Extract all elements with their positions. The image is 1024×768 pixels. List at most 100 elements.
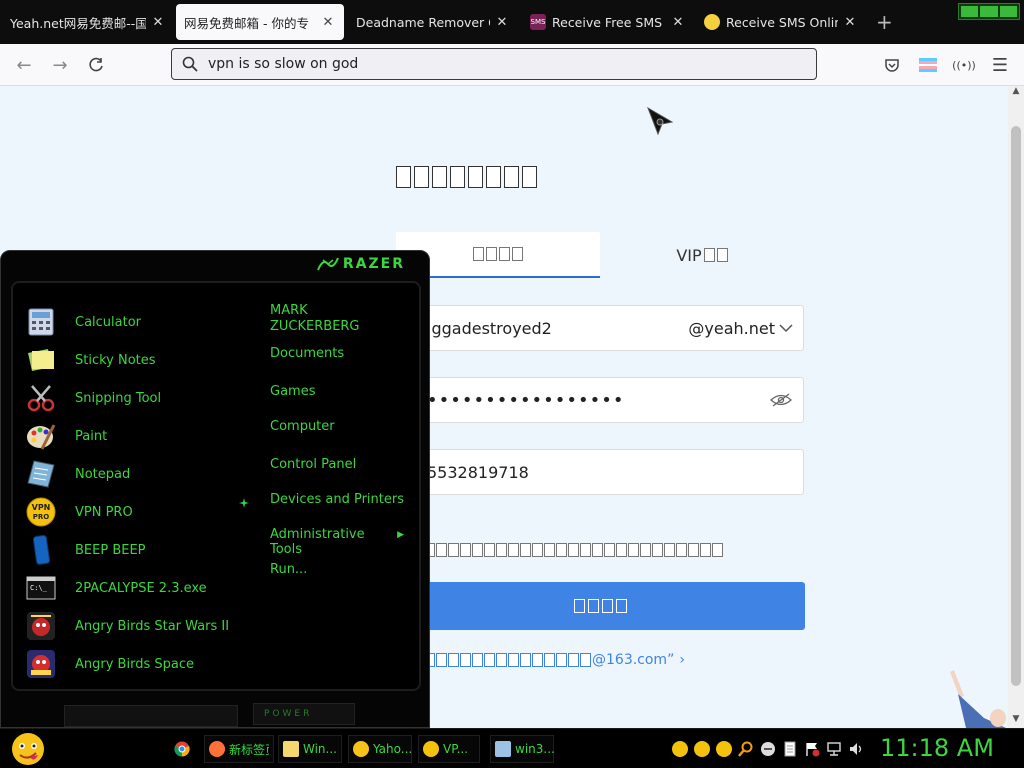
tab-close-icon[interactable]: ✕ <box>320 15 336 30</box>
program-vpn-pro[interactable]: VPN PRO VPN PRO <box>25 495 133 529</box>
program-notepad[interactable]: Notepad <box>25 457 130 491</box>
place-computer[interactable]: Computer <box>270 419 335 434</box>
scroll-thumb[interactable] <box>1011 126 1021 686</box>
address-bar[interactable]: vpn is so slow on god <box>171 48 817 80</box>
back-arrow-icon[interactable]: ← <box>12 53 36 77</box>
tab-vip-login[interactable]: VIP <box>600 232 804 278</box>
tab-netease-mail[interactable]: 网易免费邮箱 - 你的专 ✕ <box>176 4 344 40</box>
document-icon[interactable] <box>782 741 798 757</box>
eye-slash-icon[interactable] <box>769 391 803 409</box>
tab-close-icon[interactable]: ✕ <box>670 15 686 30</box>
search-icon <box>182 56 198 72</box>
taskbar-yahoo[interactable]: Yaho... <box>348 735 412 763</box>
page-scrollbar[interactable]: ▲ ▼ <box>1008 86 1024 728</box>
hamburger-menu-icon[interactable]: ☰ <box>988 53 1012 77</box>
vpn-icon: VPN PRO <box>25 496 57 528</box>
vpn-tray-icon[interactable] <box>716 741 732 757</box>
palette-icon <box>25 420 57 452</box>
program-2pacalypse[interactable]: C:\_ 2PACALYPSE 2.3.exe <box>25 571 207 605</box>
scroll-up-arrow-icon[interactable]: ▲ <box>1008 86 1024 100</box>
reload-icon[interactable] <box>84 53 108 77</box>
hint-glyph <box>556 543 567 557</box>
program-angry-birds-star-wars[interactable]: Angry Birds Star Wars II <box>25 609 229 643</box>
green-sparkle-icon <box>239 498 249 508</box>
program-label: Calculator <box>75 314 142 330</box>
taskbar-notepad[interactable]: win3... <box>490 735 555 763</box>
place-documents[interactable]: Documents <box>270 346 344 361</box>
phone-field[interactable]: 5532819718 <box>396 449 804 495</box>
search-tray-icon[interactable] <box>738 741 754 757</box>
program-snipping-tool[interactable]: Snipping Tool <box>25 381 161 415</box>
volume-icon[interactable] <box>848 741 864 757</box>
tab-yeah-net[interactable]: Yeah.net网易免费邮--国 ✕ <box>4 4 172 40</box>
button-glyph <box>616 599 627 613</box>
extension-broadcast-icon[interactable]: ((•)) <box>952 53 976 77</box>
link-glyph <box>556 653 567 667</box>
taskbar-windows-explorer[interactable]: Win... <box>278 735 342 763</box>
mascot-pointing-illustration <box>950 670 1006 728</box>
power-button[interactable]: POWER <box>253 703 355 725</box>
tab-close-icon[interactable]: ✕ <box>150 15 166 30</box>
master-login-link[interactable]: @163.com” › <box>424 652 685 668</box>
tab-close-icon[interactable]: ✕ <box>842 15 858 30</box>
scroll-down-arrow-icon[interactable]: ▼ <box>1008 714 1024 728</box>
razer-logo: RAZER <box>316 256 405 272</box>
place-control-panel[interactable]: Control Panel <box>270 457 356 472</box>
link-glyph <box>508 653 519 667</box>
program-sticky-notes[interactable]: Sticky Notes <box>25 343 156 377</box>
hint-glyph <box>544 543 555 557</box>
taskbar-firefox[interactable]: 新标签页 - ... <box>204 735 274 763</box>
link-glyph <box>436 653 447 667</box>
url-text: vpn is so slow on god <box>208 56 359 72</box>
hint-glyph <box>508 543 519 557</box>
forward-arrow-icon[interactable]: → <box>48 53 72 77</box>
action-center-flag-icon[interactable] <box>804 741 820 757</box>
program-label: Snipping Tool <box>75 390 162 406</box>
password-field[interactable]: ••••••••••••••••• <box>396 377 804 423</box>
place-label: Devices and Printers <box>270 492 404 507</box>
tab-receive-free-sms[interactable]: SMS Receive Free SMS Onli ✕ <box>524 4 692 40</box>
program-calculator[interactable]: Calculator <box>25 305 141 339</box>
place-label: Administrative Tools <box>270 527 365 557</box>
title-glyph <box>486 166 501 188</box>
place-user[interactable]: MARK ZUCKERBERG <box>270 303 390 335</box>
title-glyph <box>414 166 429 188</box>
taskbar-vpn[interactable]: VP... <box>418 735 480 763</box>
vip-label: VIP <box>676 245 702 265</box>
minus-circle-icon[interactable] <box>760 741 776 757</box>
vpn-tray-icon[interactable] <box>694 741 710 757</box>
tab-receive-sms-online[interactable]: Receive SMS Online ✕ <box>698 4 864 40</box>
program-label: BEEP BEEP <box>75 542 146 558</box>
chrome-icon[interactable] <box>174 741 190 757</box>
place-games[interactable]: Games <box>270 384 315 399</box>
username-field[interactable]: iggadestroyed2 @yeah.net <box>396 305 804 351</box>
extension-flag-icon[interactable] <box>916 53 940 77</box>
new-tab-plus-icon[interactable]: + <box>876 10 893 34</box>
domain-select[interactable]: @yeah.net <box>688 319 803 338</box>
program-paint[interactable]: Paint <box>25 419 107 453</box>
title-glyph <box>504 166 519 188</box>
login-button[interactable] <box>396 582 805 630</box>
place-run[interactable]: Run... <box>270 562 307 577</box>
network-icon[interactable] <box>826 741 842 757</box>
start-menu-search-box[interactable] <box>64 705 238 727</box>
place-devices-printers[interactable]: Devices and Printers <box>270 492 404 507</box>
button-glyph <box>588 599 599 613</box>
link-glyph <box>532 653 543 667</box>
notepad-icon <box>495 741 511 757</box>
program-beep-beep[interactable]: BEEP BEEP <box>25 533 146 567</box>
start-button-emoji-icon[interactable] <box>10 731 46 767</box>
tab-deadname-remover[interactable]: Deadname Remover Optio ✕ <box>350 4 516 40</box>
taskbar-clock[interactable]: 11:18 AM <box>880 734 994 762</box>
power-label: POWER <box>264 709 313 719</box>
program-angry-birds-space[interactable]: Angry Birds Space <box>25 647 194 681</box>
browser-tab-strip: Yeah.net网易免费邮--国 ✕ 网易免费邮箱 - 你的专 ✕ Deadna… <box>0 0 1024 44</box>
place-administrative-tools[interactable]: Administrative Tools ▶ <box>270 527 404 557</box>
razer-snake-icon <box>316 257 339 271</box>
tab-close-icon[interactable]: ✕ <box>494 15 510 30</box>
program-label: 2PACALYPSE 2.3.exe <box>75 580 207 596</box>
pocket-icon[interactable] <box>880 53 904 77</box>
vpn-tray-icon[interactable] <box>672 741 688 757</box>
hint-glyph <box>496 543 507 557</box>
title-glyph <box>450 166 465 188</box>
